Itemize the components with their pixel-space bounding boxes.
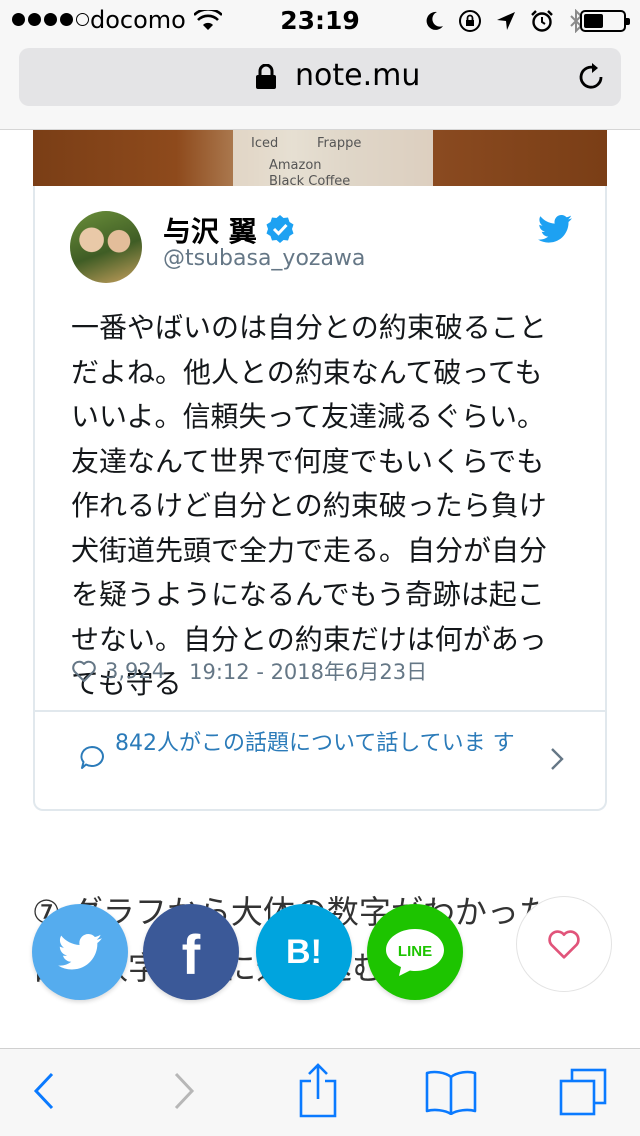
tweet-line: 犬街道先頭で全力で走る。自分が自分	[71, 533, 548, 567]
embedded-tweet[interactable]: 与沢 翼 @tsubasa_yozawa 一番やばいのは自分との約束破ること だ…	[33, 186, 607, 811]
share-icon[interactable]	[298, 1063, 338, 1119]
verified-icon	[266, 215, 294, 243]
heart-outline-icon[interactable]	[71, 659, 97, 683]
share-line-button[interactable]: LINE	[367, 904, 463, 1000]
browser-toolbar	[0, 1048, 640, 1136]
url-bar[interactable]: note.mu	[19, 48, 621, 106]
chevron-right-icon[interactable]	[549, 746, 565, 772]
cup-label-amazon: Amazon	[269, 158, 322, 173]
coffee-cup: Iced Frappe Amazon Black Coffee	[233, 130, 433, 186]
lock-icon	[256, 64, 276, 89]
battery-icon	[580, 10, 630, 32]
rotation-lock-icon	[459, 10, 481, 32]
author-name[interactable]: 与沢 翼	[163, 210, 257, 250]
tweet-line: 作れるけど自分との約束破ったら負け	[71, 489, 547, 522]
cup-label-black-coffee: Black Coffee	[269, 174, 351, 186]
facebook-icon: f	[181, 922, 201, 986]
cup-label-frappe: Frappe	[317, 136, 362, 151]
twitter-bird-icon[interactable]	[538, 214, 572, 244]
alarm-icon	[531, 10, 553, 32]
forward-icon[interactable]	[172, 1071, 196, 1111]
line-icon: LINE	[386, 929, 444, 976]
moon-icon	[426, 11, 443, 30]
tabs-icon[interactable]	[558, 1067, 608, 1117]
divider	[35, 710, 605, 712]
status-bar: docomo 23:19	[0, 0, 640, 40]
bookmarks-icon[interactable]	[424, 1069, 478, 1115]
tweet-line: を疑うようになるんでもう奇跡は起こ	[71, 578, 545, 611]
tweet-meta: 3,924 19:12 - 2018年6月23日	[71, 656, 427, 686]
avatar[interactable]	[70, 211, 142, 283]
tweet-line: 友達なんて世界で何度でもいくらでも	[71, 444, 545, 478]
back-icon[interactable]	[32, 1071, 56, 1111]
comment-icon	[80, 746, 104, 769]
tweet-line: だよね。他人との約束なんて破っても	[71, 355, 543, 389]
tweet-line: 一番やばいのは自分との約束破ること	[71, 311, 547, 344]
like-count[interactable]: 3,924	[105, 659, 165, 683]
heart-outline-icon	[548, 930, 580, 959]
tweet-timestamp[interactable]: 19:12 - 2018年6月23日	[189, 656, 427, 686]
share-facebook-button[interactable]: f	[143, 904, 239, 1000]
location-icon	[497, 12, 515, 30]
article-photo: Iced Frappe Amazon Black Coffee	[33, 130, 607, 186]
conversation-link[interactable]: 842人がこの話題について話していま す	[115, 729, 535, 759]
author-handle[interactable]: @tsubasa_yozawa	[163, 246, 365, 271]
line-label: LINE	[398, 943, 432, 960]
browser-header: note.mu	[0, 40, 640, 130]
share-twitter-button[interactable]	[32, 904, 128, 1000]
like-button[interactable]	[516, 896, 612, 992]
hatena-bookmark-icon: B!	[286, 932, 322, 971]
url-text: note.mu	[295, 58, 421, 93]
reload-icon[interactable]	[575, 61, 607, 93]
tweet-text: 一番やばいのは自分との約束破ること だよね。他人との約束なんて破っても いいよ。…	[71, 306, 571, 707]
twitter-bird-icon	[58, 934, 102, 970]
tweet-line: いいよ。信頼失って友達減るぐらい。	[71, 400, 546, 433]
share-hatena-button[interactable]: B!	[256, 904, 352, 1000]
cup-label-iced: Iced	[251, 136, 279, 151]
